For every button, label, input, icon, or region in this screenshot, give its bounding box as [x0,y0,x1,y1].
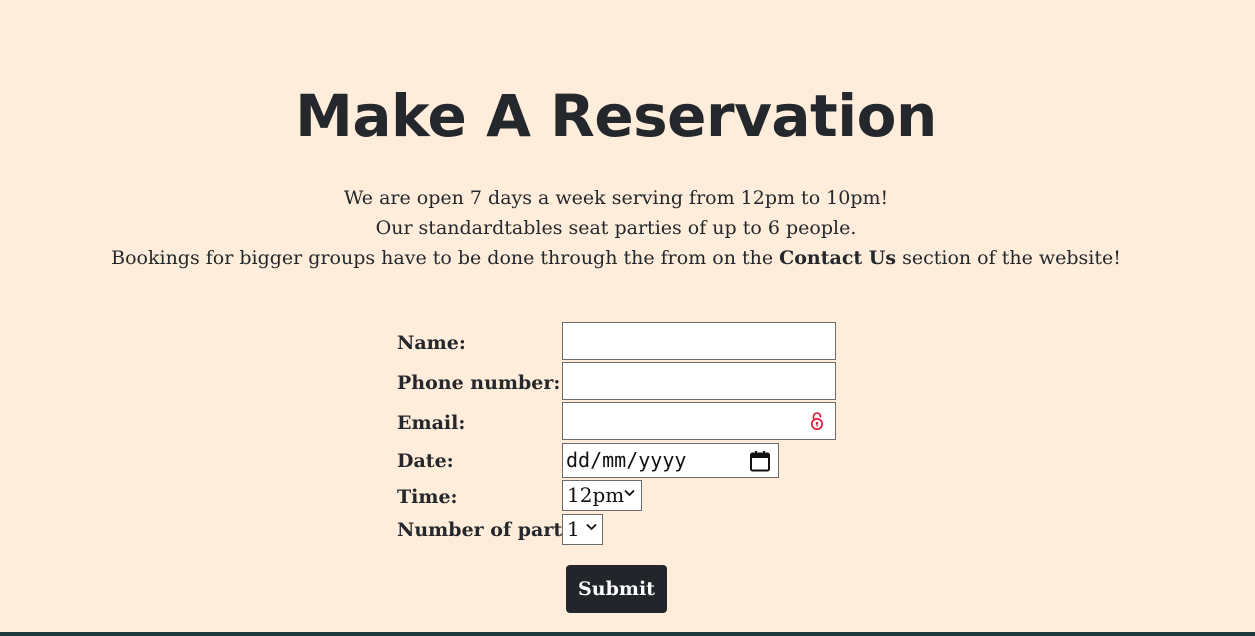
intro-line-3-start: Bookings for bigger groups have to be do… [111,247,780,269]
intro-text: We are open 7 days a week serving from 1… [0,183,1232,273]
email-label: Email: [397,412,466,434]
chevron-down-icon [586,523,597,531]
contact-us-text: Contact Us [779,247,897,269]
intro-line-3: Bookings for bigger groups have to be do… [0,243,1232,273]
lock-icon[interactable] [809,411,825,431]
intro-line-2: Our standardtables seat parties of up to… [375,217,857,239]
party-select[interactable]: 1 [562,514,603,545]
intro-line-3-end: section of the website! [896,247,1121,269]
time-select-value: 12pm [567,483,625,507]
date-label: Date: [397,450,454,472]
calendar-icon[interactable] [749,450,771,472]
phone-field[interactable] [562,362,836,400]
phone-label: Phone number: [397,372,561,394]
name-field[interactable] [562,322,836,360]
chevron-down-icon [624,489,635,497]
party-select-value: 1 [567,517,580,541]
intro-line-1: We are open 7 days a week serving from 1… [343,187,889,209]
name-label: Name: [397,332,466,354]
date-placeholder: dd/mm/yyyy [566,448,687,472]
email-field[interactable] [562,402,836,440]
date-field[interactable]: dd/mm/yyyy [562,443,779,478]
page-title: Make A Reservation [295,82,937,150]
footer-bar [0,632,1255,636]
time-label: Time: [397,486,458,508]
party-label: Number of party: [397,519,581,541]
submit-button[interactable]: Submit [566,565,667,613]
time-select[interactable]: 12pm [562,480,642,511]
